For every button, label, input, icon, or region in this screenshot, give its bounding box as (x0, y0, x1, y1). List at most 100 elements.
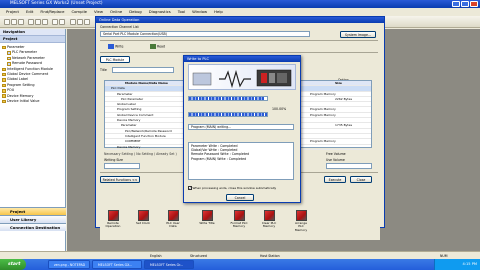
read-plc-icon[interactable] (84, 19, 90, 25)
menu-debug[interactable]: Debug (129, 8, 142, 16)
open-icon[interactable] (11, 19, 17, 25)
clock: 4:15 PM (462, 262, 477, 266)
status-field: Program (MAIN) writing... (188, 124, 294, 130)
clear-memory-icon (263, 210, 275, 221)
close-button[interactable]: Close (350, 176, 372, 183)
auto-close-checkbox[interactable]: ✓When processing ends, close this window… (188, 186, 276, 190)
remote-operation-icon (107, 210, 119, 221)
read-icon (150, 44, 156, 49)
execute-button[interactable]: Execute (324, 176, 346, 183)
folder-icon (2, 78, 6, 82)
start-button[interactable]: start (0, 259, 26, 270)
undo-icon[interactable] (52, 19, 58, 25)
write-dialog-title: Write to PLC (184, 56, 300, 62)
format-memory-icon (233, 210, 245, 221)
title-label: Title (100, 68, 107, 72)
status-bar: English Structured Host Station NUM (0, 251, 480, 259)
progress-percent: 100.00% (272, 107, 287, 111)
parameter-icon (7, 51, 11, 55)
folder-icon (2, 67, 6, 71)
menu-view[interactable]: View (94, 8, 103, 16)
necessary-setting-text: Necessary Setting ( No Setting / Already… (104, 152, 177, 156)
writing-size-field (104, 163, 140, 169)
menu-compile[interactable]: Compile (71, 8, 87, 16)
user-data-icon (167, 210, 179, 221)
parameter-icon (7, 56, 11, 61)
progress-bar-2 (188, 112, 268, 117)
taskbar-item[interactable]: MELSOFT Series Gr... (144, 260, 194, 269)
minimize-icon[interactable] (452, 1, 460, 7)
nav-project-button[interactable]: Project (0, 207, 66, 215)
cancel-button[interactable]: Cancel (226, 194, 254, 201)
system-tray: 4:15 PM (434, 259, 480, 270)
mode-write-label[interactable]: Write (108, 44, 123, 49)
write-title-button[interactable]: Write Title (198, 210, 216, 225)
system-image-button[interactable]: System Image... (340, 31, 376, 38)
taskbar: start zen.png - NOTEPAD MELSOFT Series G… (0, 259, 480, 270)
folder-icon (2, 94, 6, 98)
menu-tool[interactable]: Tool (178, 8, 185, 16)
folder-icon (2, 72, 6, 77)
folder-icon (2, 83, 6, 88)
redo-icon[interactable] (59, 19, 65, 25)
divider (100, 40, 378, 41)
nav-user-library-button[interactable]: User Library (0, 215, 66, 223)
copy-icon[interactable] (35, 19, 41, 25)
navigation-section: Project (0, 36, 65, 43)
window-controls (452, 1, 478, 7)
menu-project[interactable]: Project (6, 8, 19, 16)
title-input[interactable] (112, 67, 174, 73)
write-log: Parameter Write : Completed Global/Var W… (188, 142, 294, 180)
close-icon[interactable] (470, 1, 478, 7)
write-title-icon (201, 210, 213, 221)
connection-label: Connection Channel List (100, 25, 139, 29)
use-volume-field (326, 163, 372, 169)
write-plc-icon[interactable] (77, 19, 83, 25)
free-volume-label: Free Volume (326, 152, 346, 156)
menu-window[interactable]: Window (192, 8, 207, 16)
new-icon[interactable] (4, 19, 10, 25)
menu-diagnostics[interactable]: Diagnostics (149, 8, 171, 16)
project-tree: Parameter PLC Parameter Network Paramete… (0, 43, 65, 106)
progress-fill-2 (189, 113, 267, 116)
write-icon (108, 44, 114, 49)
tab-plc-module[interactable]: PLC Module (100, 56, 130, 63)
tree-item[interactable]: Device Initial Value (2, 99, 63, 104)
menu-bar: Project Edit Find/Replace Compile View O… (0, 8, 480, 16)
parameter-icon (7, 62, 11, 66)
progress-fill-1 (189, 97, 265, 100)
folder-icon (2, 99, 6, 104)
nav-connection-destination-button[interactable]: Connection Destination (0, 223, 66, 231)
plc-user-data-button[interactable]: PLC User Data (164, 210, 182, 229)
mode-read-label[interactable]: Read (150, 44, 165, 49)
taskbar-item[interactable]: MELSOFT Series GX... (92, 260, 142, 269)
log-line: Program (MAIN) Write : Completed (191, 156, 247, 161)
clear-plc-memory-button[interactable]: Clear PLC Memory (260, 210, 278, 229)
related-functions-button[interactable]: Related Functions << (100, 176, 140, 183)
clock-icon (137, 210, 149, 221)
folder-icon (2, 45, 6, 50)
taskbar-item[interactable]: zen.png - NOTEPAD (48, 260, 90, 269)
remote-operation-button[interactable]: Remote Operation (104, 210, 122, 229)
save-icon[interactable] (18, 19, 24, 25)
arrange-plc-memory-button[interactable]: Arrange PLC Memory (292, 210, 310, 232)
connection-field: Serial Port PLC Module Connection(USB) (100, 31, 310, 37)
cut-icon[interactable] (28, 19, 34, 25)
arrange-memory-icon (295, 210, 307, 221)
compile-icon[interactable] (70, 19, 76, 25)
checkbox-icon: ✓ (188, 186, 192, 191)
paste-icon[interactable] (42, 19, 48, 25)
use-volume-label: Use Volume (326, 158, 345, 162)
maximize-icon[interactable] (461, 1, 469, 7)
menu-online[interactable]: Online (110, 8, 122, 16)
format-plc-memory-button[interactable]: Format PLC Memory (230, 210, 248, 229)
menu-edit[interactable]: Edit (26, 8, 33, 16)
related-functions-panel: Remote Operation Set Clock PLC User Data… (100, 200, 380, 240)
set-clock-button[interactable]: Set Clock (134, 210, 152, 225)
transfer-animation (188, 64, 296, 90)
divider (100, 52, 378, 53)
menu-help[interactable]: Help (214, 8, 223, 16)
navigation-header: Navigation (0, 29, 65, 36)
window-title: MELSOFT Series GX Works2 (Unset Project) (0, 0, 480, 8)
menu-find-replace[interactable]: Find/Replace (40, 8, 64, 16)
